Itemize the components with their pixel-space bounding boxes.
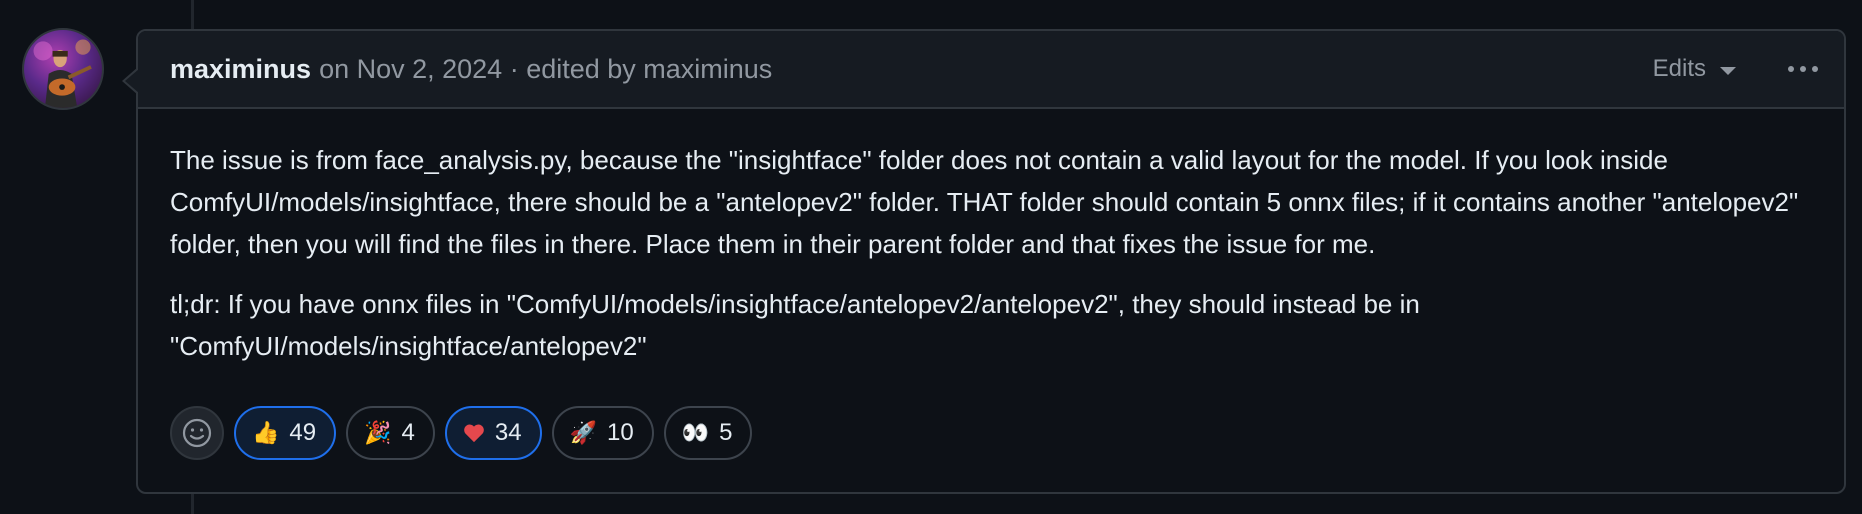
- party-popper-icon: 🎉: [364, 420, 392, 446]
- rocket-icon: 🚀: [569, 420, 597, 446]
- edits-label: Edits: [1652, 55, 1706, 82]
- heart-icon: [463, 423, 485, 443]
- reaction-count: 10: [606, 419, 634, 446]
- author-link[interactable]: maximinus: [170, 54, 311, 85]
- eyes-icon: 👀: [681, 420, 710, 446]
- reaction-eyes[interactable]: 👀 5: [663, 406, 753, 460]
- header-actions: Edits: [1653, 54, 1818, 84]
- chevron-down-icon: [1720, 66, 1736, 75]
- more-options-icon[interactable]: [1788, 54, 1818, 84]
- reaction-thumbs-up[interactable]: 👍 49: [234, 406, 337, 460]
- comment-meta[interactable]: on Nov 2, 2024 · edited by maximinus: [319, 54, 772, 85]
- edits-dropdown[interactable]: Edits: [1653, 55, 1736, 83]
- reaction-rocket[interactable]: 🚀 10: [551, 406, 654, 460]
- add-reaction-button[interactable]: [170, 406, 224, 460]
- thumbs-up-icon: 👍: [252, 420, 280, 446]
- reaction-party-popper[interactable]: 🎉 4: [346, 406, 435, 460]
- comment-paragraph: tl;dr: If you have onnx files in "ComfyU…: [170, 289, 1420, 361]
- reaction-heart[interactable]: 34: [444, 406, 542, 460]
- comment-box: maximinus on Nov 2, 2024 · edited by max…: [122, 29, 1846, 494]
- avatar-image: [33, 39, 92, 108]
- reactions-bar: 👍 49 🎉 4 34 🚀 10 👀 5: [170, 406, 753, 460]
- reaction-count: 34: [494, 419, 522, 446]
- reaction-count: 4: [401, 419, 415, 446]
- reaction-count: 5: [719, 419, 733, 446]
- reaction-count: 49: [289, 419, 317, 446]
- comment-header: maximinus on Nov 2, 2024 · edited by max…: [138, 31, 1844, 109]
- avatar[interactable]: [22, 28, 104, 110]
- comment-body: The issue is from face_analysis.py, beca…: [138, 109, 1844, 367]
- comment-paragraph: The issue is from face_analysis.py, beca…: [170, 145, 1799, 259]
- smiley-icon: [182, 418, 212, 448]
